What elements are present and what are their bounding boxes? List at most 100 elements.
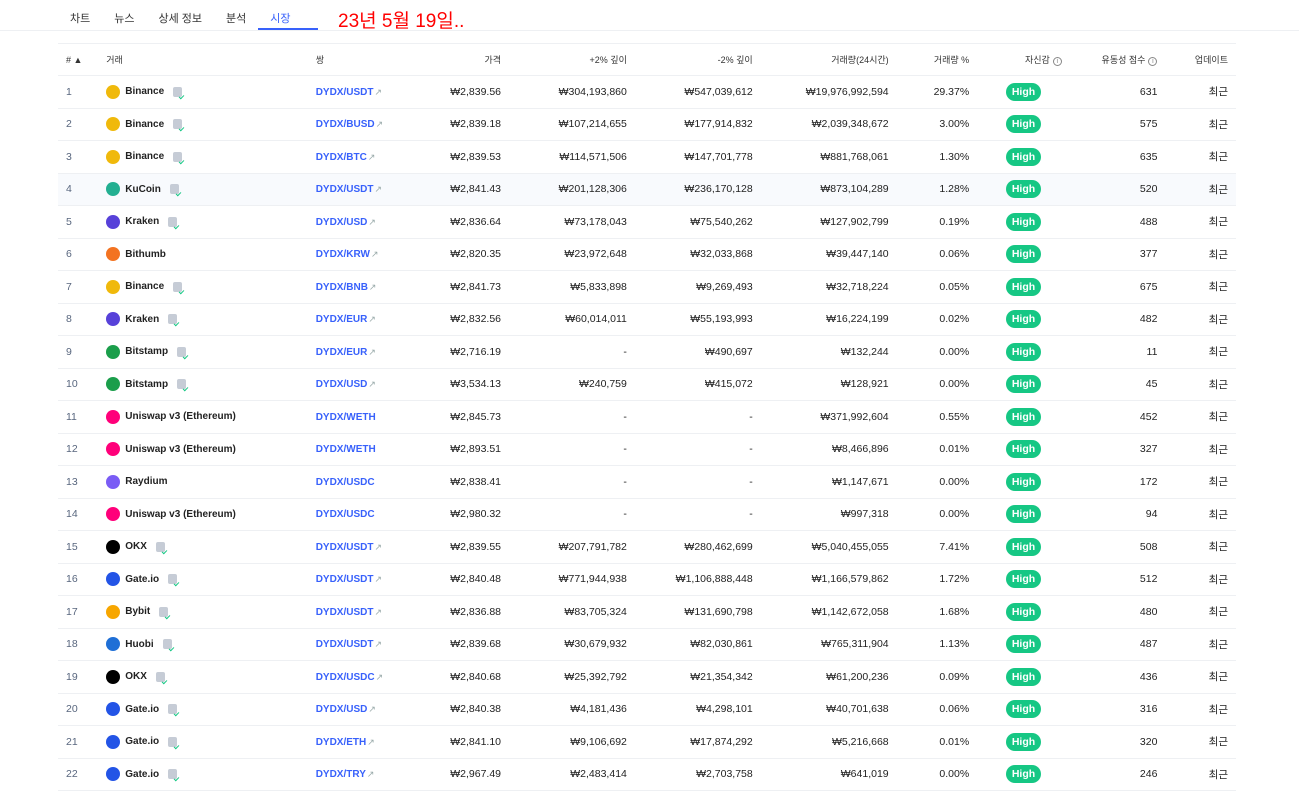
tab-news[interactable]: 뉴스 [102, 0, 146, 30]
external-link-icon[interactable]: ↗ [367, 769, 375, 779]
col-volume[interactable]: 거래량(24시간) [760, 43, 897, 76]
info-icon[interactable]: i [1148, 57, 1158, 66]
exchange-cell[interactable]: Uniswap v3 (Ethereum) [98, 400, 308, 434]
exchange-name[interactable]: Huobi [125, 639, 153, 650]
external-link-icon[interactable]: ↗ [368, 314, 376, 324]
pair-cell[interactable]: DYDX/WETH [307, 433, 409, 466]
table-row[interactable]: 12 Uniswap v3 (Ethereum) DYDX/WETH ₩2,89… [58, 433, 1236, 466]
exchange-name[interactable]: Bybit [125, 606, 150, 617]
external-link-icon[interactable]: ↗ [368, 379, 376, 389]
exchange-cell[interactable]: Gate.io [98, 758, 308, 791]
exchange-cell[interactable]: Bitstamp [98, 335, 308, 369]
exchange-cell[interactable]: Bithumb [98, 238, 308, 271]
col-price[interactable]: 가격 [408, 43, 510, 76]
pair-cell[interactable]: DYDX/USDT↗ [307, 173, 409, 206]
pair-link[interactable]: DYDX/BNB [316, 282, 368, 293]
pair-cell[interactable]: DYDX/USD↗ [307, 205, 409, 239]
external-link-icon[interactable]: ↗ [368, 217, 376, 227]
pair-link[interactable]: DYDX/USD [316, 379, 368, 390]
exchange-name[interactable]: Uniswap v3 (Ethereum) [125, 509, 236, 520]
pair-cell[interactable]: DYDX/TRY↗ [307, 758, 409, 791]
pair-link[interactable]: DYDX/USDT [316, 542, 374, 553]
exchange-cell[interactable]: Gate.io [98, 725, 308, 759]
pair-cell[interactable]: DYDX/USD↗ [307, 693, 409, 726]
table-row[interactable]: 2 Binance DYDX/BUSD↗ ₩2,839.18 ₩107,214,… [58, 108, 1236, 141]
exchange-cell[interactable]: Bybit [98, 595, 308, 629]
pair-cell[interactable]: DYDX/EUR↗ [307, 303, 409, 336]
pair-cell[interactable]: DYDX/USDC [307, 465, 409, 499]
external-link-icon[interactable]: ↗ [371, 249, 379, 259]
external-link-icon[interactable]: ↗ [374, 639, 382, 649]
pair-link[interactable]: DYDX/USDC [316, 672, 375, 683]
external-link-icon[interactable]: ↗ [376, 672, 384, 682]
external-link-icon[interactable]: ↗ [374, 542, 382, 552]
table-row[interactable]: 13 Raydium DYDX/USDC ₩2,838.41 - - ₩1,14… [58, 465, 1236, 499]
pair-link[interactable]: DYDX/USDC [316, 477, 375, 488]
pair-cell[interactable]: DYDX/USDT↗ [307, 563, 409, 596]
pair-link[interactable]: DYDX/USDC [316, 509, 375, 520]
pair-link[interactable]: DYDX/USDT [316, 639, 374, 650]
exchange-name[interactable]: Binance [125, 281, 164, 292]
exchange-cell[interactable]: Binance [98, 270, 308, 304]
pair-cell[interactable]: DYDX/USD↗ [307, 368, 409, 401]
table-row[interactable]: 9 Bitstamp DYDX/EUR↗ ₩2,716.19 - ₩490,69… [58, 335, 1236, 369]
table-row[interactable]: 19 OKX DYDX/USDC↗ ₩2,840.68 ₩25,392,792 … [58, 660, 1236, 694]
pair-cell[interactable]: DYDX/USDT↗ [307, 595, 409, 629]
col-minus2-depth[interactable]: -2% 깊이 [634, 43, 761, 76]
pair-link[interactable]: DYDX/USD [316, 704, 368, 715]
table-row[interactable]: 11 Uniswap v3 (Ethereum) DYDX/WETH ₩2,84… [58, 400, 1236, 434]
col-confidence[interactable]: 자신감 i [977, 43, 1070, 76]
exchange-name[interactable]: Uniswap v3 (Ethereum) [125, 444, 236, 455]
external-link-icon[interactable]: ↗ [368, 704, 376, 714]
external-link-icon[interactable]: ↗ [369, 282, 377, 292]
pair-link[interactable]: DYDX/BUSD [316, 119, 375, 130]
exchange-cell[interactable]: OKX [98, 530, 308, 564]
exchange-name[interactable]: Binance [125, 86, 164, 97]
table-row[interactable]: 8 Kraken DYDX/EUR↗ ₩2,832.56 ₩60,014,011… [58, 303, 1236, 336]
pair-cell[interactable]: DYDX/BUSD↗ [307, 108, 409, 141]
table-row[interactable]: 17 Bybit DYDX/USDT↗ ₩2,836.88 ₩83,705,32… [58, 595, 1236, 629]
pair-link[interactable]: DYDX/EUR [316, 347, 368, 358]
pair-cell[interactable]: DYDX/USDC [307, 498, 409, 531]
exchange-name[interactable]: Bitstamp [125, 379, 168, 390]
table-row[interactable]: 15 OKX DYDX/USDT↗ ₩2,839.55 ₩207,791,782… [58, 530, 1236, 564]
exchange-name[interactable]: KuCoin [125, 184, 161, 195]
pair-cell[interactable]: DYDX/ETH↗ [307, 725, 409, 759]
exchange-name[interactable]: Binance [125, 119, 164, 130]
exchange-name[interactable]: Gate.io [125, 769, 159, 780]
table-row[interactable]: 10 Bitstamp DYDX/USD↗ ₩3,534.13 ₩240,759… [58, 368, 1236, 401]
exchange-cell[interactable]: Binance [98, 75, 308, 109]
col-plus2-depth[interactable]: +2% 깊이 [509, 43, 635, 76]
exchange-name[interactable]: Gate.io [125, 574, 159, 585]
external-link-icon[interactable]: ↗ [367, 737, 375, 747]
exchange-name[interactable]: Uniswap v3 (Ethereum) [125, 411, 236, 422]
pair-link[interactable]: DYDX/USDT [316, 184, 374, 195]
col-volume-pct[interactable]: 거래량 % [896, 43, 978, 76]
pair-link[interactable]: DYDX/WETH [316, 444, 376, 455]
exchange-cell[interactable]: Bitstamp [98, 368, 308, 401]
external-link-icon[interactable]: ↗ [368, 347, 376, 357]
table-row[interactable]: 7 Binance DYDX/BNB↗ ₩2,841.73 ₩5,833,898… [58, 270, 1236, 304]
table-row[interactable]: 3 Binance DYDX/BTC↗ ₩2,839.53 ₩114,571,5… [58, 140, 1236, 174]
pair-link[interactable]: DYDX/EUR [316, 314, 368, 325]
pair-link[interactable]: DYDX/BTC [316, 152, 367, 163]
exchange-cell[interactable]: Binance [98, 140, 308, 174]
pair-link[interactable]: DYDX/ETH [316, 737, 367, 748]
external-link-icon[interactable]: ↗ [374, 607, 382, 617]
table-row[interactable]: 6 Bithumb DYDX/KRW↗ ₩2,820.35 ₩23,972,64… [58, 238, 1236, 271]
table-row[interactable]: 22 Gate.io DYDX/TRY↗ ₩2,967.49 ₩2,483,41… [58, 758, 1236, 791]
col-exchange[interactable]: 거래 [98, 43, 308, 76]
tab-chart[interactable]: 차트 [58, 0, 102, 30]
pair-cell[interactable]: DYDX/KRW↗ [307, 238, 409, 271]
table-row[interactable]: 16 Gate.io DYDX/USDT↗ ₩2,840.48 ₩771,944… [58, 563, 1236, 596]
table-row[interactable]: 20 Gate.io DYDX/USD↗ ₩2,840.38 ₩4,181,43… [58, 693, 1236, 726]
exchange-cell[interactable]: Uniswap v3 (Ethereum) [98, 498, 308, 531]
exchange-cell[interactable]: OKX [98, 660, 308, 694]
pair-cell[interactable]: DYDX/USDT↗ [307, 628, 409, 661]
exchange-name[interactable]: OKX [125, 671, 147, 682]
col-pair[interactable]: 쌍 [307, 43, 409, 76]
exchange-cell[interactable]: Kraken [98, 205, 308, 239]
exchange-cell[interactable]: Kraken [98, 303, 308, 336]
col-liquidity[interactable]: 유동성 점수 i [1069, 43, 1166, 76]
col-rank[interactable]: # ▲ [58, 43, 99, 76]
